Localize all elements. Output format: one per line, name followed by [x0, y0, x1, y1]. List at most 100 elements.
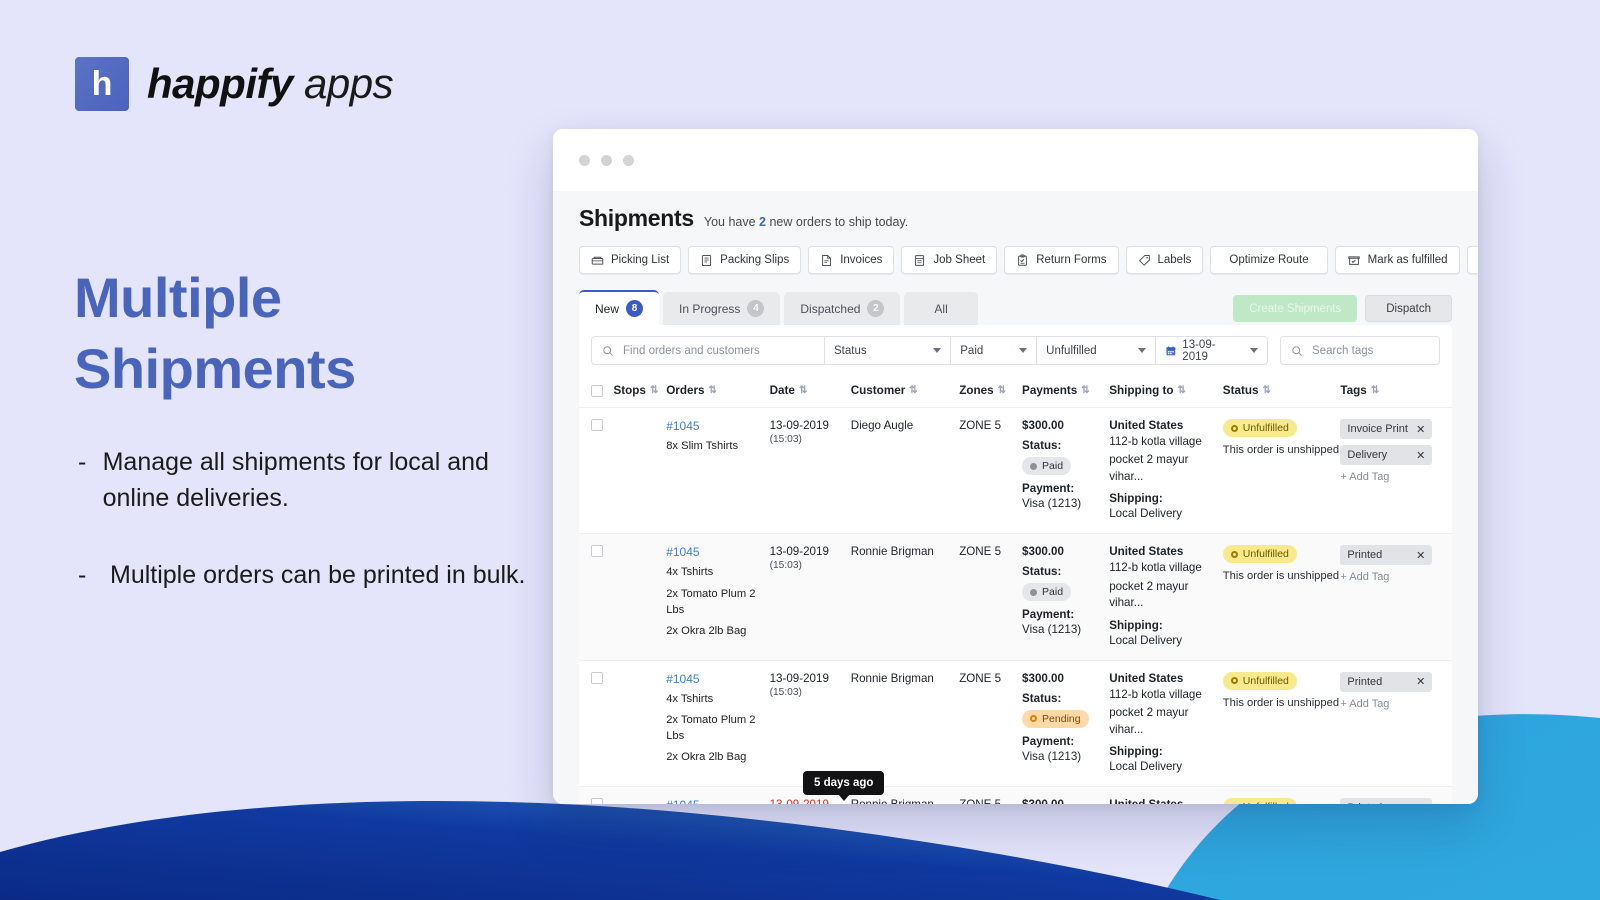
order-tag[interactable]: Printed ✕ — [1340, 798, 1433, 804]
shipping-method-label: Shipping: — [1109, 492, 1163, 506]
remove-tag-icon[interactable]: ✕ — [1416, 449, 1425, 462]
column-orders[interactable]: Orders ⇅ — [666, 376, 770, 408]
brand-name-light — [293, 60, 304, 107]
table-row[interactable]: #1045 4x Tshirts 2x Tomato Plum 2 Lbs 2x Ok… — [579, 660, 1452, 788]
invoices-button[interactable]: Invoices — [808, 246, 895, 274]
row-checkbox[interactable] — [591, 419, 603, 431]
column-tags[interactable]: Tags ⇅ — [1340, 376, 1452, 408]
status-filter-select[interactable]: Status — [824, 336, 951, 365]
fulfillment-filter-select[interactable]: Unfulfilled — [1036, 336, 1155, 365]
date-filter-value: 13-09-2019 — [1182, 338, 1216, 363]
subtitle-pre: You have — [703, 215, 756, 229]
column-status[interactable]: Status ⇅ — [1222, 376, 1341, 408]
search-icon — [1292, 345, 1302, 356]
calendar-icon — [1166, 345, 1175, 355]
window-close-icon[interactable] — [579, 154, 590, 166]
tags-search-placeholder: Search tags — [1312, 344, 1374, 357]
remove-tag-icon[interactable]: ✕ — [1416, 802, 1425, 804]
column-customer[interactable]: Customer ⇅ — [850, 376, 960, 408]
invoice-icon — [822, 254, 832, 266]
tab-dispatched[interactable]: Dispatched 2 — [784, 292, 901, 325]
optimize-route-button[interactable]: Optimize Route — [1210, 246, 1328, 274]
create-shipments-button[interactable]: Create Shipments — [1233, 295, 1358, 322]
row-customer-cell: Ronnie Brigman — [850, 533, 960, 661]
status-tabs: New 8 In Progress 4 Dispatched 2 All Cre… — [579, 290, 1452, 325]
sort-icon: ⇅ — [708, 385, 717, 396]
order-number-link[interactable]: #1045 — [666, 672, 699, 686]
search-input[interactable]: Find orders and customers — [591, 336, 824, 365]
order-number-link[interactable]: #1045 — [666, 419, 699, 433]
status-dot-icon — [1030, 462, 1038, 470]
tab-badge: 2 — [867, 300, 885, 317]
payment-method-label: Payment: — [1022, 608, 1075, 622]
bullet-text: Manage all shipments for local and onlin… — [102, 448, 489, 512]
shipping-method-value: Local Delivery — [1109, 760, 1183, 774]
order-tag[interactable]: Delivery ✕ — [1340, 445, 1433, 465]
payment-filter-select[interactable]: Paid — [950, 336, 1037, 365]
fulfillment-text: Unfulfilled — [1242, 422, 1289, 434]
row-checkbox[interactable] — [591, 545, 603, 558]
row-stop-cell — [613, 660, 667, 788]
tab-all[interactable]: All — [904, 292, 978, 325]
ship-address-line-1: 112-b kotla village — [1109, 561, 1202, 575]
remove-tag-icon[interactable]: ✕ — [1416, 423, 1425, 436]
bullet-dash: - — [78, 561, 87, 589]
mark-as-fulfilled-button[interactable]: Mark as fulfilled — [1334, 246, 1460, 274]
tags-search-input[interactable]: Search tags — [1280, 336, 1440, 365]
table-row[interactable]: #10454x Tshirts 13-09-2019 (15:03) Ronni… — [579, 786, 1452, 804]
order-tag[interactable]: Printed ✕ — [1340, 671, 1433, 692]
picking-list-button[interactable]: Picking List — [579, 246, 682, 274]
column-shipping-to[interactable]: Shipping to ⇅ — [1109, 376, 1223, 408]
job-sheet-button[interactable]: Job Sheet — [901, 246, 998, 274]
toolbar-label: Labels — [1157, 254, 1192, 266]
column-stops[interactable]: Stops ⇅ — [613, 376, 667, 408]
order-tag[interactable]: Printed ✕ — [1340, 545, 1433, 566]
payment-method-label: Payment: — [1022, 734, 1075, 748]
row-shipping-cell: United States 112-b kotla village pocket… — [1109, 660, 1223, 788]
date-tooltip: 5 days ago — [803, 771, 885, 801]
payment-method-label: Payment: — [1022, 482, 1075, 495]
fulfillment-filter-value: Unfulfilled — [1046, 344, 1097, 357]
brand-name-apps: apps — [304, 60, 394, 107]
export-button[interactable]: Export — [1466, 246, 1478, 274]
row-tags-cell: Invoice Print ✕ Delivery ✕ + Add Tag — [1340, 407, 1452, 535]
page-headline: Multiple Shipments — [74, 263, 514, 404]
order-number-link[interactable]: #1045 — [666, 798, 699, 804]
fulfillment-text: Unfulfilled — [1242, 548, 1289, 561]
chevron-down-icon — [1250, 348, 1258, 353]
remove-tag-icon[interactable]: ✕ — [1416, 675, 1425, 688]
order-line-item: 4x Tshirts — [666, 692, 714, 705]
select-all-checkbox[interactable] — [591, 384, 603, 397]
order-amount: $300.00 — [1022, 419, 1064, 432]
row-tags-cell: Printed ✕ + Add Tag — [1340, 533, 1452, 661]
window-minimize-icon[interactable] — [601, 154, 612, 166]
table-row[interactable]: #1045 4x Tshirts 2x Tomato Plum 2 Lbs 2x Ok… — [579, 533, 1452, 661]
return-forms-button[interactable]: Return Forms — [1004, 246, 1119, 274]
tab-in-progress[interactable]: In Progress 4 — [663, 292, 781, 325]
add-tag-button[interactable]: + Add Tag — [1340, 698, 1452, 710]
add-tag-button[interactable]: + Add Tag — [1340, 571, 1452, 583]
payment-method-value: Visa (1213) — [1022, 749, 1082, 763]
order-number-link[interactable]: #1045 — [666, 545, 699, 559]
row-checkbox[interactable] — [591, 798, 603, 804]
column-payments[interactable]: Payments ⇅ — [1022, 376, 1110, 408]
row-zone-cell: ZONE 5 — [959, 407, 1023, 535]
row-shipping-cell: United States 112-b kotla village pocket… — [1109, 533, 1223, 661]
labels-button[interactable]: Labels — [1125, 246, 1204, 274]
tab-label: New — [595, 301, 620, 316]
table-row[interactable]: #1045 8x Slim Tshirts 13-09-2019 (15:03) … — [579, 407, 1452, 535]
window-maximize-icon[interactable] — [623, 154, 634, 166]
column-date[interactable]: Date ⇅ — [769, 376, 851, 408]
packing-slips-button[interactable]: Packing Slips — [688, 246, 802, 274]
toolbar-label: Picking List — [611, 254, 670, 266]
dispatch-button[interactable]: Dispatch — [1365, 295, 1452, 322]
row-checkbox[interactable] — [591, 671, 603, 684]
remove-tag-icon[interactable]: ✕ — [1416, 549, 1425, 562]
add-tag-button[interactable]: + Add Tag — [1340, 471, 1452, 483]
column-zones[interactable]: Zones ⇅ — [959, 376, 1023, 408]
order-tag[interactable]: Invoice Print ✕ — [1340, 419, 1433, 439]
order-line-item: 2x Tomato Plum 2 Lbs — [666, 713, 756, 743]
tab-new[interactable]: New 8 — [579, 290, 660, 325]
date-filter-select[interactable]: 13-09-2019 — [1154, 336, 1268, 365]
row-payments-cell: $300.00 Status: Pending Payment: Visa (1… — [1022, 660, 1110, 788]
